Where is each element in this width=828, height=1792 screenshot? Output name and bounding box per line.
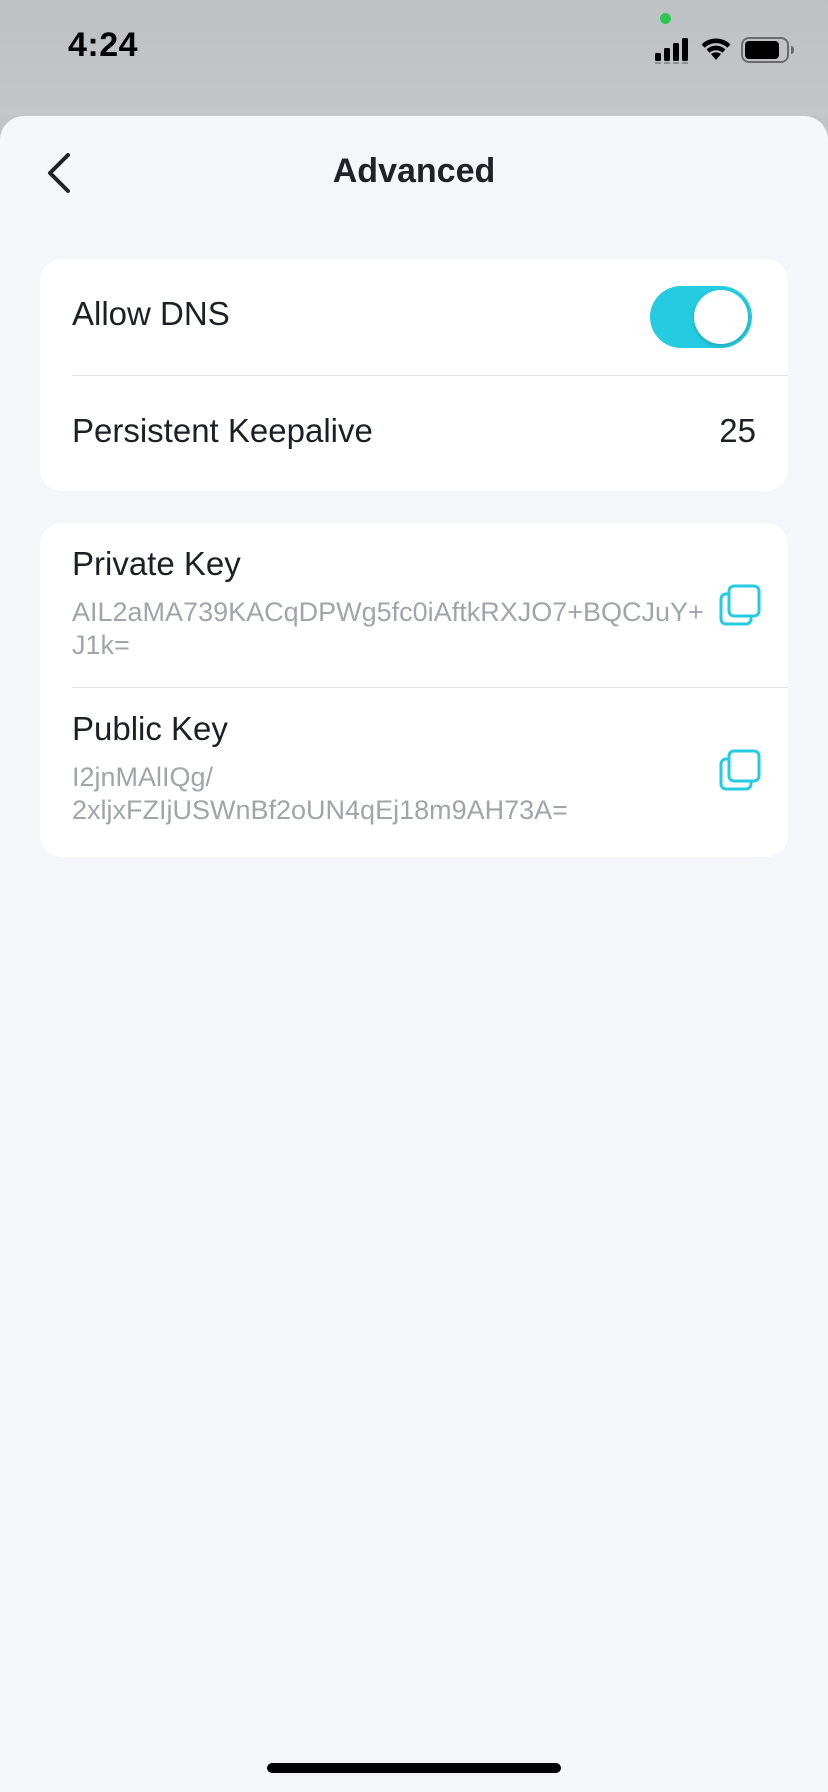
public-key-value-line-2: 2xljxFZIjUSWnBf2oUN4qEj18m9AH73A= (72, 795, 568, 825)
advanced-sheet: Advanced Allow DNS Persistent Keepalive … (0, 116, 828, 1792)
status-bar: 4:24 (0, 0, 828, 116)
public-key-value: I2jnMAlIQg/ 2xljxFZIjUSWnBf2oUN4qEj18m9A… (72, 761, 712, 827)
private-key-row: Private Key AIL2aMA739KACqDPWg5fc0iAftkR… (40, 523, 788, 687)
wifi-icon (701, 38, 731, 60)
home-indicator[interactable] (267, 1763, 561, 1773)
allow-dns-label: Allow DNS (72, 295, 230, 332)
public-key-label: Public Key (72, 710, 228, 747)
cell-signal-icon (655, 38, 688, 64)
copy-icon[interactable] (718, 748, 762, 792)
persistent-keepalive-value: 25 (719, 412, 756, 449)
public-key-value-line-1: I2jnMAlIQg/ (72, 762, 214, 792)
toggle-knob (694, 290, 748, 344)
battery-icon (741, 37, 794, 63)
copy-icon[interactable] (718, 583, 762, 627)
private-key-label: Private Key (72, 545, 241, 582)
page-title: Advanced (332, 152, 496, 190)
private-key-value: AIL2aMA739KACqDPWg5fc0iAftkRXJO7+BQCJuY+… (72, 597, 704, 660)
persistent-keepalive-label: Persistent Keepalive (72, 412, 373, 449)
privacy-indicator-dot (660, 13, 671, 24)
connection-settings-card: Allow DNS Persistent Keepalive 25 (40, 259, 788, 491)
public-key-row: Public Key I2jnMAlIQg/ 2xljxFZIjUSWnBf2o… (40, 688, 788, 857)
status-time: 4:24 (68, 26, 139, 64)
allow-dns-row: Allow DNS (40, 259, 788, 375)
persistent-keepalive-row[interactable]: Persistent Keepalive 25 (40, 376, 788, 491)
keys-card: Private Key AIL2aMA739KACqDPWg5fc0iAftkR… (40, 523, 788, 857)
allow-dns-toggle[interactable] (650, 286, 752, 348)
